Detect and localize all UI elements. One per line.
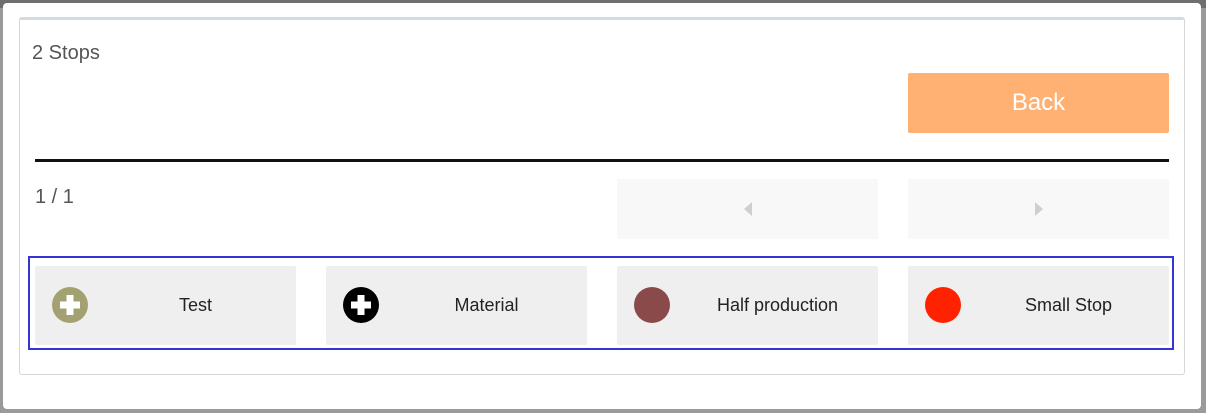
- next-page-button[interactable]: [908, 179, 1169, 239]
- stop-tile-half-production[interactable]: Half production: [617, 266, 878, 345]
- stop-tile-label: Small Stop: [1024, 295, 1113, 315]
- stop-tile-label: Test: [178, 295, 212, 315]
- circle-icon: [925, 287, 961, 323]
- plus-circle-icon: [52, 287, 88, 323]
- stops-count-title: 2 Stops: [32, 42, 100, 64]
- caret-right-icon: [1034, 202, 1043, 216]
- plus-circle-icon: [343, 287, 379, 323]
- stop-tile-test[interactable]: Test: [35, 266, 296, 345]
- stop-tile-small-stop[interactable]: Small Stop: [908, 266, 1169, 345]
- stop-tile-label: Material: [454, 295, 519, 315]
- stop-tile-material[interactable]: Material: [326, 266, 587, 345]
- divider: [35, 159, 1169, 162]
- page-indicator: 1 / 1: [35, 186, 74, 208]
- circle-icon: [634, 287, 670, 323]
- previous-page-button[interactable]: [617, 179, 878, 239]
- stop-tile-label: Half production: [716, 295, 839, 315]
- back-button[interactable]: Back: [908, 73, 1169, 133]
- caret-left-icon: [743, 202, 752, 216]
